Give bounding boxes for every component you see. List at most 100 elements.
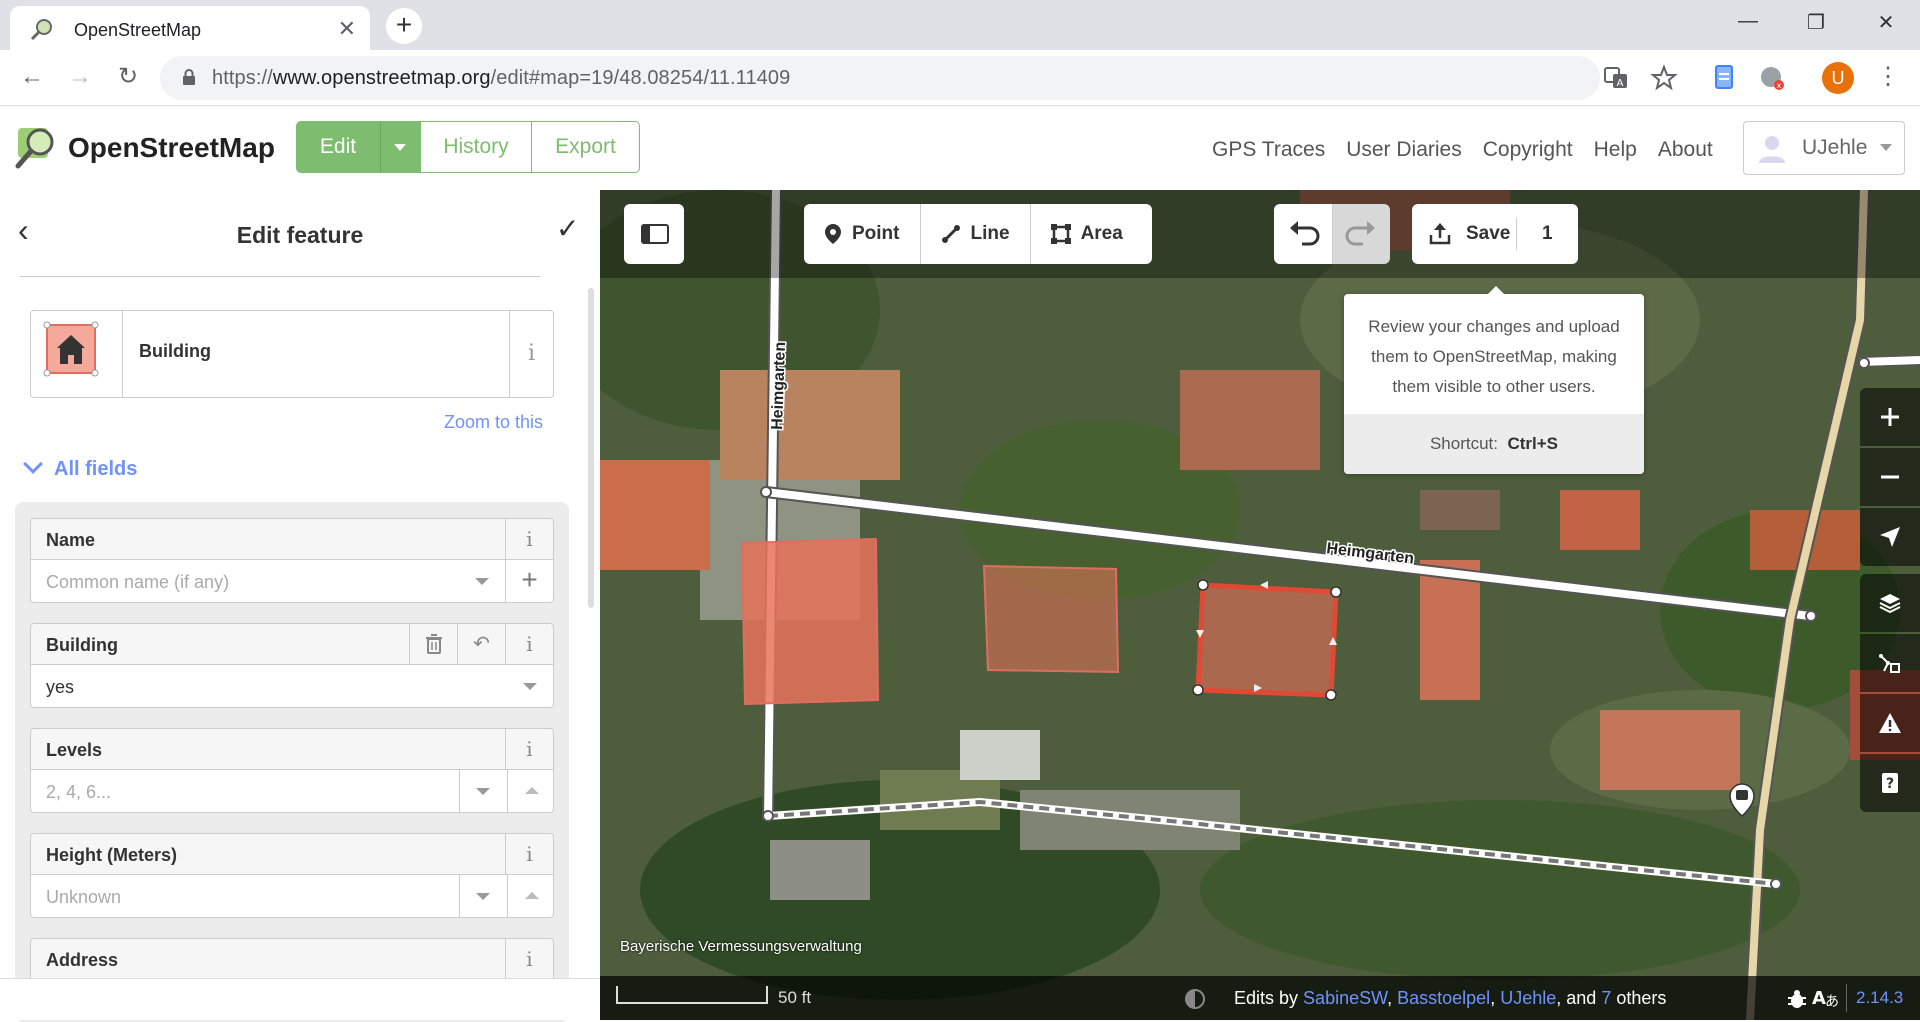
nav-link-help[interactable]: Help	[1594, 138, 1637, 162]
version-link[interactable]: 2.14.3	[1856, 988, 1903, 1008]
building-icon	[43, 321, 99, 377]
translate-icon[interactable]: A	[1600, 62, 1632, 94]
user-menu-button[interactable]: UJehle	[1743, 121, 1905, 175]
url-host: www.openstreetmap.org	[272, 67, 491, 89]
profile-initial: U	[1831, 68, 1845, 88]
nav-link-user-diaries[interactable]: User Diaries	[1346, 138, 1462, 162]
globe-blocked-icon[interactable]: x	[1756, 62, 1788, 94]
redo-button[interactable]	[1332, 204, 1390, 264]
preset-info-icon[interactable]: i	[509, 311, 553, 397]
export-tab[interactable]: Export	[532, 121, 640, 173]
info-icon[interactable]: i	[505, 519, 553, 559]
history-panel-icon[interactable]	[1184, 988, 1206, 1010]
add-point-button[interactable]: Point	[804, 204, 921, 264]
increment-button[interactable]	[507, 770, 555, 812]
field-label-row: Name i	[30, 518, 554, 560]
save-tooltip: Review your changes and upload them to O…	[1344, 286, 1644, 474]
undo-button[interactable]	[1274, 204, 1332, 264]
sidebar-footer	[0, 978, 600, 1020]
bug-report-icon[interactable]	[1786, 988, 1808, 1010]
dropdown-caret-icon[interactable]	[523, 683, 537, 690]
imagery-attribution[interactable]: Bayerische Vermessungsverwaltung	[620, 938, 862, 955]
url-text: https://www.openstreetmap.org/edit#map=1…	[212, 67, 790, 90]
add-localized-name-button[interactable]: +	[505, 560, 553, 602]
sidebar-scrollbar[interactable]	[588, 288, 594, 608]
nav-link-gps-traces[interactable]: GPS Traces	[1212, 138, 1325, 162]
issues-button[interactable]	[1860, 694, 1920, 752]
info-icon[interactable]: i	[505, 729, 553, 769]
preset-selector[interactable]: Building i	[30, 310, 554, 398]
help-button[interactable]: ?	[1860, 754, 1920, 812]
save-button[interactable]: Save 1	[1412, 204, 1578, 264]
trash-icon[interactable]	[409, 624, 457, 664]
undo-field-icon[interactable]: ↶	[457, 624, 505, 664]
history-tab[interactable]: History	[420, 121, 532, 173]
document-extension-icon[interactable]	[1708, 62, 1740, 94]
editor-link[interactable]: Basstoelpel	[1397, 988, 1490, 1008]
forward-arrow-icon[interactable]: →	[64, 62, 96, 94]
address-bar[interactable]: https://www.openstreetmap.org/edit#map=1…	[160, 56, 1600, 100]
zoom-out-button[interactable]	[1860, 448, 1920, 506]
shortcut-label: Shortcut:	[1429, 434, 1499, 453]
preset-name: Building	[139, 341, 211, 361]
geolocate-button[interactable]	[1860, 508, 1920, 566]
editor-link[interactable]: SabineSW	[1303, 988, 1387, 1008]
nav-link-about[interactable]: About	[1658, 138, 1713, 162]
height-input[interactable]: Unknown	[30, 874, 554, 918]
shortcut-key: Ctrl+S	[1507, 434, 1559, 453]
map-canvas[interactable]: Heimgarten Heimgarten Point Line Area Sa…	[600, 190, 1920, 1020]
osm-favicon-icon	[30, 19, 52, 40]
all-fields-toggle[interactable]: All fields	[23, 454, 137, 481]
sidebar-toggle-button[interactable]	[624, 204, 684, 264]
increment-button[interactable]	[507, 875, 555, 917]
info-icon[interactable]: i	[505, 624, 553, 664]
name-input[interactable]: Common name (if any) +	[30, 559, 554, 603]
svg-text:あ: あ	[1825, 994, 1839, 1010]
minimize-icon[interactable]: —	[1728, 10, 1768, 38]
decrement-button[interactable]	[459, 770, 507, 812]
scale-bar[interactable]	[616, 986, 768, 1004]
building-type-combo[interactable]: yes	[30, 664, 554, 708]
edit-button[interactable]: Edit	[296, 121, 380, 173]
background-layers-button[interactable]	[1860, 574, 1920, 632]
browser-tab-bar: OpenStreetMap ✕ + — ❐ ✕	[0, 0, 1920, 50]
add-line-button[interactable]: Line	[921, 204, 1031, 264]
nav-link-copyright[interactable]: Copyright	[1483, 138, 1573, 162]
translate-icon[interactable]: Aあ	[1812, 986, 1840, 1010]
window-close-icon[interactable]: ✕	[1866, 10, 1906, 38]
osm-brand[interactable]: OpenStreetMap	[68, 132, 275, 164]
warning-icon	[1879, 713, 1901, 733]
restore-icon[interactable]: ❐	[1796, 10, 1836, 38]
browser-tab[interactable]: OpenStreetMap ✕	[10, 6, 370, 50]
line-icon	[941, 225, 960, 243]
decrement-button[interactable]	[459, 875, 507, 917]
others-count-link[interactable]: 7	[1601, 988, 1611, 1008]
secondary-nav: GPS Traces User Diaries Copyright Help A…	[1212, 138, 1734, 162]
done-check-icon[interactable]: ✓	[556, 212, 579, 245]
profile-avatar[interactable]: U	[1822, 62, 1854, 94]
map-data-button[interactable]	[1860, 634, 1920, 692]
zoom-in-button[interactable]	[1860, 388, 1920, 446]
add-area-button[interactable]: Area	[1031, 204, 1143, 264]
chevron-down-icon	[23, 454, 43, 474]
svg-text:?: ?	[1886, 776, 1894, 792]
levels-input[interactable]: 2, 4, 6...	[30, 769, 554, 813]
info-icon[interactable]: i	[505, 834, 553, 874]
bookmark-star-icon[interactable]	[1648, 62, 1680, 94]
svg-text:x: x	[1777, 81, 1782, 90]
field-label: Address	[46, 950, 119, 970]
new-tab-button[interactable]: +	[386, 8, 422, 44]
editor-link[interactable]: UJehle	[1500, 988, 1556, 1008]
reload-icon[interactable]: ↻	[112, 62, 144, 94]
building-value: yes	[46, 677, 75, 697]
height-placeholder: Unknown	[46, 887, 122, 907]
plus-icon	[1881, 408, 1899, 426]
edit-dropdown-button[interactable]	[380, 121, 420, 173]
dropdown-caret-icon[interactable]	[475, 578, 489, 585]
tab-close-icon[interactable]: ✕	[338, 16, 356, 42]
zoom-to-this-link[interactable]: Zoom to this	[444, 412, 543, 433]
kebab-menu-icon[interactable]: ⋮	[1872, 62, 1904, 94]
edits-others: others	[1616, 988, 1667, 1008]
back-arrow-icon[interactable]: ←	[16, 62, 48, 94]
info-icon[interactable]: i	[505, 939, 553, 978]
